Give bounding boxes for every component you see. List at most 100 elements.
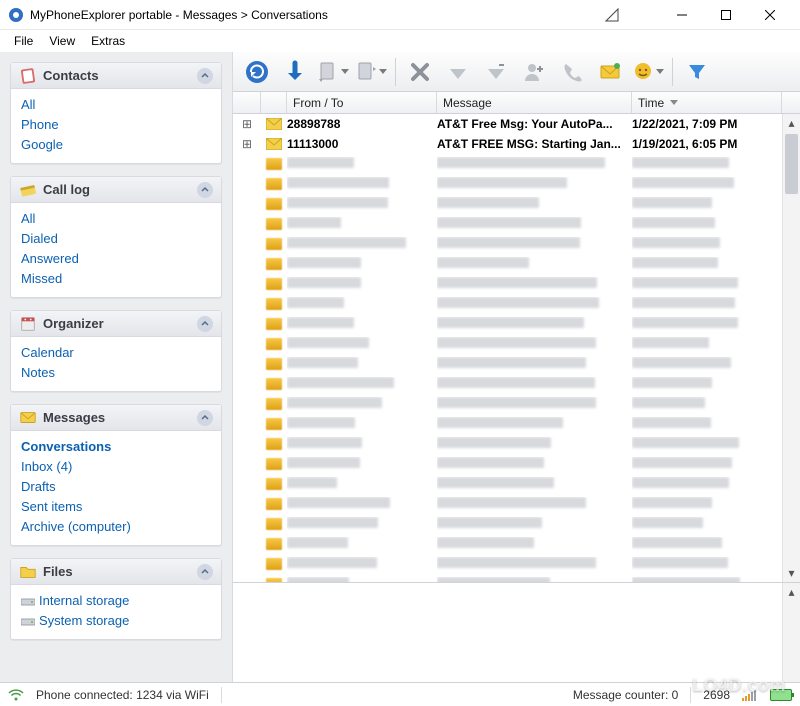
sidebar-item-phone[interactable]: Phone	[21, 115, 211, 135]
cell-message	[437, 157, 632, 171]
expand-icon[interactable]: ⊞	[233, 117, 261, 131]
table-row-blurred[interactable]	[233, 454, 782, 474]
table-row-blurred[interactable]	[233, 554, 782, 574]
table-row-blurred[interactable]	[233, 474, 782, 494]
sidebar-item-all[interactable]: All	[21, 95, 211, 115]
table-row-blurred[interactable]	[233, 194, 782, 214]
cell-time	[632, 237, 782, 251]
collapse-icon[interactable]	[197, 182, 213, 198]
refresh-button[interactable]	[239, 54, 275, 90]
sidebar-item-system-storage[interactable]: System storage	[21, 611, 211, 631]
call-button[interactable]	[554, 54, 590, 90]
table-row-blurred[interactable]	[233, 374, 782, 394]
section-header[interactable]: Files	[11, 559, 221, 585]
section-header[interactable]: Organizer	[11, 311, 221, 337]
section-title: Files	[43, 564, 73, 579]
main-area: From / To Message Time ⊞28898788AT&T Fre…	[232, 52, 800, 682]
table-row[interactable]: ⊞28898788AT&T Free Msg: Your AutoPa...1/…	[233, 114, 782, 134]
reply-button[interactable]	[478, 54, 514, 90]
section-header[interactable]: Contacts	[11, 63, 221, 89]
forward-button[interactable]	[440, 54, 476, 90]
message-icon	[261, 498, 287, 510]
message-icon	[261, 178, 287, 190]
collapse-icon[interactable]	[197, 316, 213, 332]
section-header[interactable]: Messages	[11, 405, 221, 431]
message-icon	[261, 538, 287, 550]
menu-file[interactable]: File	[6, 32, 41, 50]
scroll-down-icon[interactable]: ▾	[783, 564, 800, 582]
table-row-blurred[interactable]	[233, 394, 782, 414]
table-row-blurred[interactable]	[233, 354, 782, 374]
download-button[interactable]	[277, 54, 313, 90]
menu-extras[interactable]: Extras	[83, 32, 133, 50]
cell-time	[632, 417, 782, 431]
sidebar-item-drafts[interactable]: Drafts	[21, 477, 211, 497]
cell-message	[437, 217, 632, 231]
sidebar-item-answered[interactable]: Answered	[21, 249, 211, 269]
vertical-scrollbar[interactable]: ▴ ▾	[782, 114, 800, 582]
column-time[interactable]: Time	[632, 92, 782, 113]
table-row-blurred[interactable]	[233, 154, 782, 174]
import-button[interactable]	[315, 54, 351, 90]
collapse-icon[interactable]	[197, 564, 213, 580]
scroll-up-icon[interactable]: ▴	[783, 114, 800, 132]
sidebar-item-notes[interactable]: Notes	[21, 363, 211, 383]
sidebar-item-sent-items[interactable]: Sent items	[21, 497, 211, 517]
new-message-button[interactable]	[592, 54, 628, 90]
table-row-blurred[interactable]	[233, 234, 782, 254]
cell-message	[437, 537, 632, 551]
maximize-button[interactable]	[704, 1, 748, 29]
collapse-icon[interactable]	[197, 410, 213, 426]
scroll-thumb[interactable]	[785, 134, 798, 194]
table-row-blurred[interactable]	[233, 574, 782, 582]
cell-from	[287, 357, 437, 371]
cell-message	[437, 277, 632, 291]
message-icon	[261, 198, 287, 210]
minimize-button[interactable]	[660, 1, 704, 29]
filter-button[interactable]	[679, 54, 715, 90]
delete-button[interactable]	[402, 54, 438, 90]
table-row-blurred[interactable]	[233, 534, 782, 554]
table-row-blurred[interactable]	[233, 254, 782, 274]
sidebar-item-dialed[interactable]: Dialed	[21, 229, 211, 249]
collapse-icon[interactable]	[197, 68, 213, 84]
sidebar-item-conversations[interactable]: Conversations	[21, 437, 211, 457]
expand-icon[interactable]: ⊞	[233, 137, 261, 151]
export-button[interactable]	[353, 54, 389, 90]
sidebar-item-calendar[interactable]: Calendar	[21, 343, 211, 363]
column-from[interactable]: From / To	[287, 92, 437, 113]
preview-scrollbar[interactable]: ▴	[782, 583, 800, 682]
column-message[interactable]: Message	[437, 92, 632, 113]
table-row-blurred[interactable]	[233, 494, 782, 514]
sidebar-item-google[interactable]: Google	[21, 135, 211, 155]
chat-button[interactable]	[630, 54, 666, 90]
add-contact-button[interactable]	[516, 54, 552, 90]
section-header[interactable]: Call log	[11, 177, 221, 203]
table-row[interactable]: ⊞11113000AT&T FREE MSG: Starting Jan...1…	[233, 134, 782, 154]
cell-time: 1/19/2021, 6:05 PM	[632, 137, 782, 151]
table-row-blurred[interactable]	[233, 274, 782, 294]
sidebar-item-archive-computer-[interactable]: Archive (computer)	[21, 517, 211, 537]
sidebar-item-inbox-4-[interactable]: Inbox (4)	[21, 457, 211, 477]
scroll-up-icon[interactable]: ▴	[783, 583, 800, 601]
status-separator	[221, 687, 222, 703]
column-expand[interactable]	[233, 92, 261, 113]
close-button[interactable]	[748, 1, 792, 29]
table-row-blurred[interactable]	[233, 414, 782, 434]
table-row-blurred[interactable]	[233, 514, 782, 534]
cell-time	[632, 317, 782, 331]
column-icon[interactable]	[261, 92, 287, 113]
sidebar-item-all[interactable]: All	[21, 209, 211, 229]
cell-message	[437, 457, 632, 471]
table-row-blurred[interactable]	[233, 174, 782, 194]
table-row-blurred[interactable]	[233, 214, 782, 234]
battery-icon	[770, 689, 792, 701]
table-row-blurred[interactable]	[233, 434, 782, 454]
window-title: MyPhoneExplorer portable - Messages > Co…	[30, 8, 604, 22]
table-row-blurred[interactable]	[233, 334, 782, 354]
table-row-blurred[interactable]	[233, 314, 782, 334]
sidebar-item-missed[interactable]: Missed	[21, 269, 211, 289]
sidebar-item-internal-storage[interactable]: Internal storage	[21, 591, 211, 611]
menu-view[interactable]: View	[41, 32, 83, 50]
table-row-blurred[interactable]	[233, 294, 782, 314]
